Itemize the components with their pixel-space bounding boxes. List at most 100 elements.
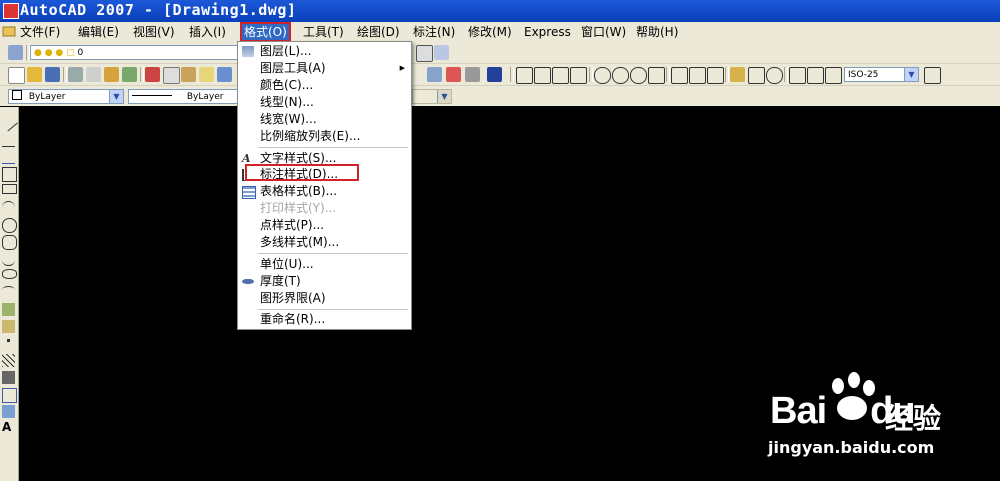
linetype-value: ByLayer — [186, 92, 224, 102]
revision-cloud-icon[interactable] — [2, 235, 17, 250]
window-title: AutoCAD 2007 - [Drawing1.dwg] — [20, 1, 297, 19]
new-icon[interactable] — [8, 67, 25, 84]
format-color-item[interactable]: 颜色(C)... — [238, 77, 411, 94]
quick-dim-icon[interactable] — [671, 67, 688, 84]
jingyan-text: 经验 — [885, 402, 942, 435]
format-linetype-item[interactable]: 线型(N)... — [238, 94, 411, 111]
format-table-style-item[interactable]: 表格样式(B)... — [238, 183, 411, 200]
open-icon[interactable] — [27, 67, 42, 82]
menu-format[interactable]: 格式(O) — [240, 22, 291, 42]
format-lineweight-item[interactable]: 线宽(W)... — [238, 111, 411, 128]
hatch-icon[interactable] — [2, 354, 15, 367]
draw-toolbar: A — [0, 107, 19, 481]
autocad-app-icon[interactable] — [3, 3, 19, 19]
tool-palette-icon[interactable] — [427, 67, 442, 82]
plot-icon[interactable] — [68, 67, 83, 82]
multiline-text-icon[interactable]: A — [2, 421, 15, 434]
standard-toolbar: ISO-25 ▼ — [0, 64, 1000, 86]
point-icon[interactable] — [7, 339, 10, 342]
menu-express[interactable]: Express — [522, 24, 573, 40]
menu-tools[interactable]: 工具(T) — [301, 24, 346, 40]
menu-view[interactable]: 视图(V) — [131, 24, 177, 40]
radius-icon[interactable] — [594, 67, 611, 84]
arc-length-icon[interactable] — [552, 67, 569, 84]
block-editor-icon[interactable] — [217, 67, 232, 82]
make-block-icon[interactable] — [2, 320, 15, 333]
calculator-icon[interactable] — [465, 67, 480, 82]
menu-bar: 文件(F) 编辑(E) 视图(V) 插入(I) 格式(O) 工具(T) 绘图(D… — [0, 22, 1000, 43]
format-thickness-item[interactable]: 厚度(T) — [238, 273, 411, 290]
polyline-icon[interactable] — [2, 150, 15, 164]
menu-help[interactable]: 帮助(H) — [634, 24, 680, 40]
dim-update-icon[interactable] — [825, 67, 842, 84]
construction-line-icon[interactable] — [2, 133, 15, 147]
text-style-icon: A — [242, 152, 251, 165]
paste-icon[interactable] — [181, 67, 196, 82]
format-scale-list-item[interactable]: 比例缩放列表(E)... — [238, 128, 411, 145]
center-mark-icon[interactable] — [766, 67, 783, 84]
linetype-preview — [132, 95, 172, 96]
dim-style-icon[interactable] — [924, 67, 941, 84]
cut-icon[interactable] — [145, 67, 160, 82]
format-rename-item[interactable]: 重命名(R)... — [238, 311, 411, 328]
ellipse-icon[interactable] — [2, 269, 17, 279]
format-layer-item[interactable]: 图层(L)... — [238, 43, 411, 60]
text-scale-icon[interactable] — [434, 45, 449, 60]
continue-icon[interactable] — [707, 67, 724, 84]
aligned-dim-icon[interactable] — [534, 67, 551, 84]
format-limits-item[interactable]: 图形界限(A) — [238, 290, 411, 307]
dim-edit-icon[interactable] — [789, 67, 806, 84]
menu-edit[interactable]: 编辑(E) — [76, 24, 121, 40]
plot-preview-icon[interactable] — [86, 67, 101, 82]
menu-window[interactable]: 窗口(W) — [579, 24, 628, 40]
ellipse-arc-icon[interactable] — [2, 286, 15, 300]
save-icon[interactable] — [45, 67, 60, 82]
dimstyle-combo[interactable]: ISO-25 ▼ — [844, 67, 919, 82]
dim-text-edit-icon[interactable] — [807, 67, 824, 84]
layer-state-icons: ● ● ● ▢ — [34, 48, 75, 58]
menu-dimension[interactable]: 标注(N) — [411, 24, 457, 40]
region-icon[interactable] — [2, 388, 17, 403]
copy-icon[interactable] — [163, 67, 180, 84]
etransmit-icon[interactable] — [122, 67, 137, 82]
format-point-style-item[interactable]: 点样式(P)... — [238, 217, 411, 234]
tolerance-icon[interactable] — [748, 67, 765, 84]
table-icon[interactable] — [2, 405, 15, 418]
layers-toolbar: ● ● ● ▢ 0 — [0, 42, 1000, 64]
menu-draw[interactable]: 绘图(D) — [355, 24, 402, 40]
ordinate-icon[interactable] — [570, 67, 587, 84]
match-properties-icon[interactable] — [199, 67, 214, 82]
color-combo[interactable]: ByLayer ▼ — [8, 89, 124, 104]
linear-dim-icon[interactable] — [516, 67, 533, 84]
circle-icon[interactable] — [2, 218, 17, 233]
quick-leader-icon[interactable] — [730, 67, 745, 82]
diameter-icon[interactable] — [630, 67, 647, 84]
format-layer-tools-item[interactable]: 图层工具(A) ▶ — [238, 60, 411, 77]
menu-insert[interactable]: 插入(I) — [187, 24, 228, 40]
gradient-icon[interactable] — [2, 371, 15, 384]
line-icon[interactable] — [0, 112, 18, 132]
sheet-set-icon[interactable] — [446, 67, 461, 82]
jogged-icon[interactable] — [612, 67, 629, 84]
lineweight-combo[interactable]: ▼ — [412, 89, 452, 104]
layer-combo[interactable]: ● ● ● ▢ 0 — [30, 45, 240, 60]
chevron-down-icon: ▼ — [109, 90, 123, 103]
publish-icon[interactable] — [104, 67, 119, 82]
menu-modify[interactable]: 修改(M) — [466, 24, 514, 40]
spline-icon[interactable] — [2, 252, 15, 266]
format-units-item[interactable]: 单位(U)... — [238, 256, 411, 273]
arc-icon[interactable] — [2, 201, 15, 215]
insert-block-icon[interactable] — [2, 303, 15, 316]
file-menu-icon — [0, 24, 18, 40]
format-multiline-style-item[interactable]: 多线样式(M)... — [238, 234, 411, 251]
color-swatch — [12, 90, 22, 100]
layer-manager-icon[interactable] — [8, 45, 23, 60]
text-edit-icon[interactable] — [416, 45, 433, 62]
angular-icon[interactable] — [648, 67, 665, 84]
baseline-icon[interactable] — [689, 67, 706, 84]
menu-file[interactable]: 文件(F) — [18, 24, 62, 40]
help-icon[interactable] — [487, 67, 502, 82]
polygon-icon[interactable] — [2, 167, 17, 182]
rectangle-icon[interactable] — [2, 184, 17, 194]
linetype-combo[interactable]: ByLayer — [128, 89, 240, 104]
